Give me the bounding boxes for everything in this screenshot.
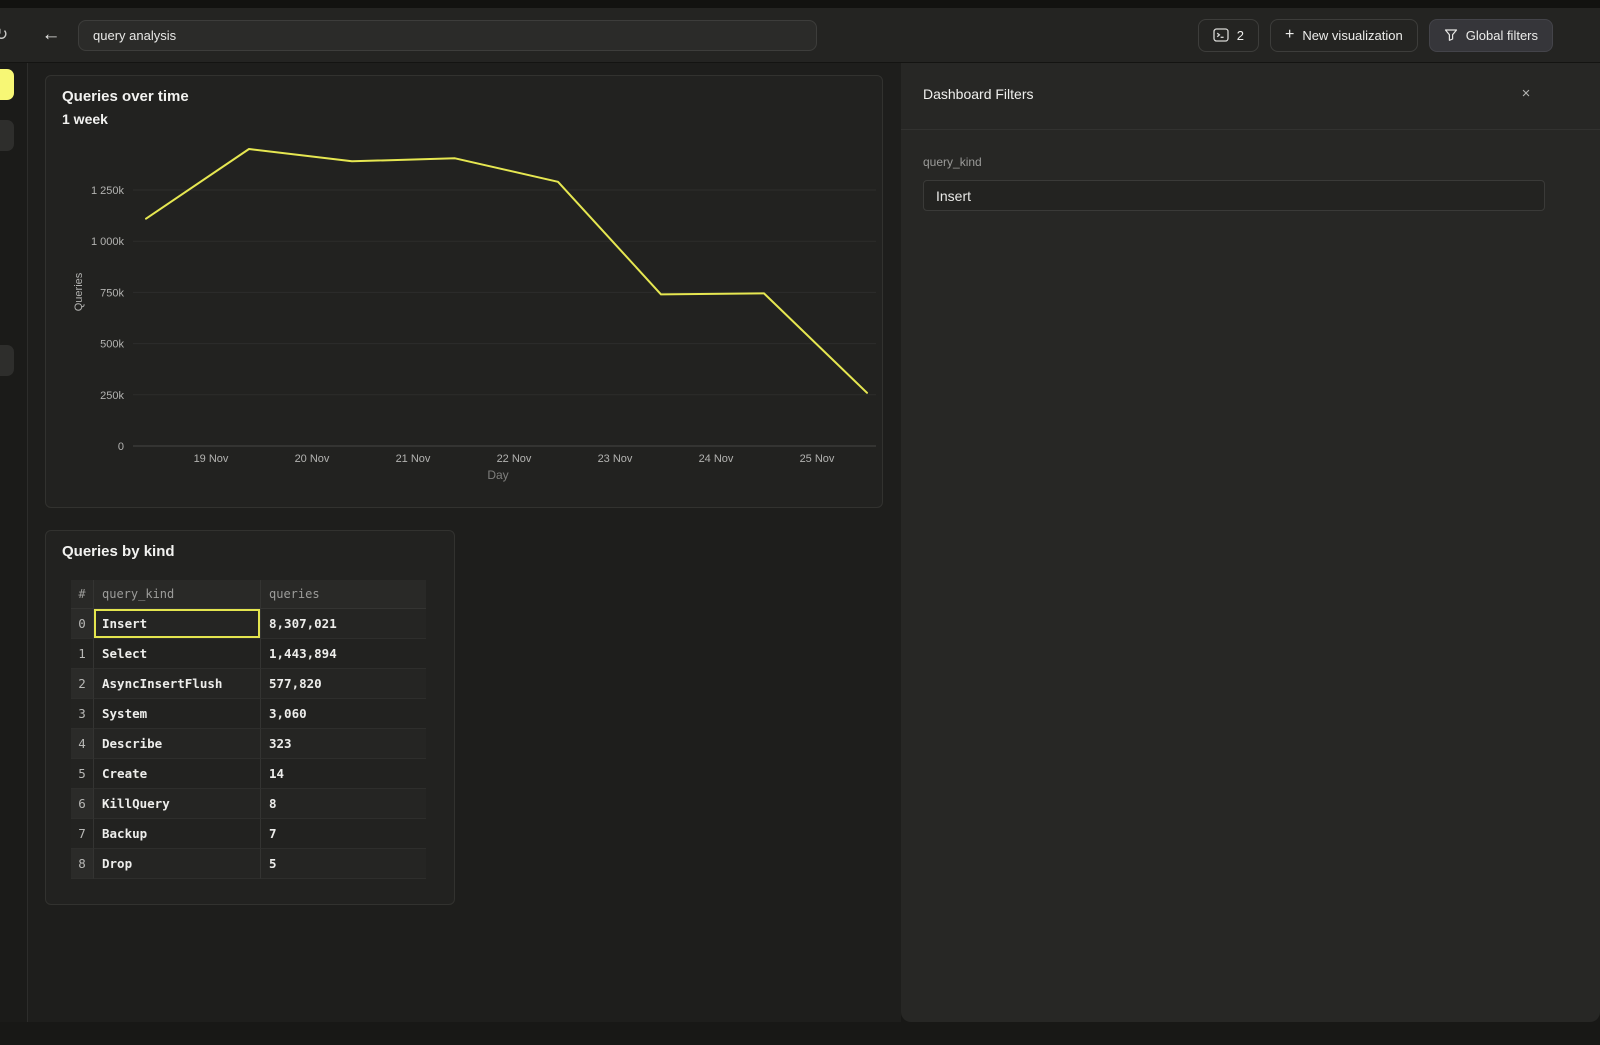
dashboard-canvas: Queries over time 1 week 0250k500k750k1 … [28, 63, 901, 1022]
history-refresh-icon[interactable]: ↻ [0, 25, 8, 45]
column-header-index: # [71, 580, 94, 609]
y-tick-label: 250k [100, 390, 124, 402]
y-axis-label: Queries [73, 272, 85, 311]
row-index-cell: 4 [71, 729, 94, 759]
query-tabs-count: 2 [1237, 28, 1244, 43]
funnel-icon [1444, 28, 1458, 42]
queries-value-cell[interactable]: 7 [261, 819, 426, 849]
row-index-cell: 0 [71, 609, 94, 639]
table-row: 0Insert8,307,021 [71, 609, 426, 639]
y-tick-label: 500k [100, 339, 124, 351]
query-kind-cell[interactable]: AsyncInsertFlush [94, 669, 261, 699]
row-index-cell: 7 [71, 819, 94, 849]
y-tick-label: 0 [118, 441, 124, 453]
window-bottom-bar [0, 1022, 1600, 1045]
query-kind-filter-input[interactable] [923, 180, 1545, 211]
chart-line [146, 149, 867, 393]
table-row: 1Select1,443,894 [71, 639, 426, 669]
x-tick-label: 25 Nov [800, 453, 835, 465]
queries-table-body: 0Insert8,307,0211Select1,443,8942AsyncIn… [71, 609, 426, 879]
y-tick-label: 750k [100, 287, 124, 299]
query-kind-cell[interactable]: Select [94, 639, 261, 669]
queries-by-kind-panel: Queries by kind # query_kind queries 0In… [45, 530, 455, 905]
new-visualization-button[interactable]: + New visualization [1270, 19, 1418, 52]
row-index-cell: 8 [71, 849, 94, 879]
dashboard-title-input[interactable] [78, 20, 817, 51]
filter-field-label: query_kind [923, 155, 982, 169]
column-header-query-kind: query_kind [94, 580, 261, 609]
rail-toolbar-corner: ↻ [0, 8, 28, 62]
table-row: 7Backup7 [71, 819, 426, 849]
x-tick-label: 21 Nov [396, 453, 431, 465]
queries-value-cell[interactable]: 323 [261, 729, 426, 759]
table-row: 6KillQuery8 [71, 789, 426, 819]
plus-icon: + [1285, 27, 1294, 43]
new-visualization-label: New visualization [1302, 28, 1402, 43]
queries-value-cell[interactable]: 5 [261, 849, 426, 879]
table-row: 5Create14 [71, 759, 426, 789]
x-tick-label: 23 Nov [598, 453, 633, 465]
row-index-cell: 3 [71, 699, 94, 729]
query-kind-cell[interactable]: Create [94, 759, 261, 789]
row-index-cell: 5 [71, 759, 94, 789]
table-row: 8Drop5 [71, 849, 426, 879]
filters-panel-header: Dashboard Filters × [901, 63, 1600, 130]
back-button[interactable]: ← [36, 20, 66, 50]
dashboard-filters-panel: Dashboard Filters × query_kind [901, 63, 1600, 1022]
global-filters-button[interactable]: Global filters [1429, 19, 1553, 52]
x-tick-label: 24 Nov [699, 453, 734, 465]
y-tick-label: 1 250k [91, 185, 125, 197]
queries-value-cell[interactable]: 8,307,021 [261, 609, 426, 639]
queries-table-head: # query_kind queries [71, 580, 426, 609]
y-tick-label: 1 000k [91, 236, 125, 248]
console-tab-icon [1213, 28, 1229, 42]
queries-value-cell[interactable]: 3,060 [261, 699, 426, 729]
x-tick-label: 19 Nov [194, 453, 229, 465]
queries-over-time-panel: Queries over time 1 week 0250k500k750k1 … [45, 75, 883, 508]
row-index-cell: 2 [71, 669, 94, 699]
query-kind-cell[interactable]: Insert [94, 609, 261, 639]
close-icon[interactable]: × [1514, 81, 1538, 105]
table-title: Queries by kind [62, 543, 175, 560]
window-top-strip [0, 0, 1600, 8]
queries-value-cell[interactable]: 14 [261, 759, 426, 789]
x-tick-label: 20 Nov [295, 453, 330, 465]
column-header-queries: queries [261, 580, 426, 609]
sidebar-item-visualization-active[interactable] [0, 69, 14, 100]
query-kind-cell[interactable]: System [94, 699, 261, 729]
global-filters-label: Global filters [1466, 28, 1538, 43]
toolbar: ↻ ← 2 + New visualization Global [0, 8, 1600, 63]
visualizations-rail [0, 63, 28, 1022]
query-kind-cell[interactable]: KillQuery [94, 789, 261, 819]
queries-value-cell[interactable]: 8 [261, 789, 426, 819]
query-tabs-button[interactable]: 2 [1198, 19, 1259, 52]
sidebar-item-visualization[interactable] [0, 120, 14, 151]
query-kind-cell[interactable]: Drop [94, 849, 261, 879]
table-row: 2AsyncInsertFlush577,820 [71, 669, 426, 699]
query-kind-cell[interactable]: Describe [94, 729, 261, 759]
x-axis-label: Day [487, 468, 508, 482]
table-row: 4Describe323 [71, 729, 426, 759]
filters-panel-title: Dashboard Filters [923, 86, 1034, 102]
toolbar-actions: 2 + New visualization Global filters [1198, 8, 1553, 62]
query-kind-cell[interactable]: Backup [94, 819, 261, 849]
table-row: 3System3,060 [71, 699, 426, 729]
queries-line-chart[interactable]: 0 250k 500k 750k 1 000k 1 250k 19 Nov 20 Nov 21 … [46, 76, 882, 507]
row-index-cell: 6 [71, 789, 94, 819]
sidebar-item-visualization[interactable] [0, 345, 14, 376]
x-tick-label: 22 Nov [497, 453, 532, 465]
queries-table: # query_kind queries 0Insert8,307,0211Se… [71, 580, 426, 879]
row-index-cell: 1 [71, 639, 94, 669]
queries-value-cell[interactable]: 577,820 [261, 669, 426, 699]
queries-value-cell[interactable]: 1,443,894 [261, 639, 426, 669]
